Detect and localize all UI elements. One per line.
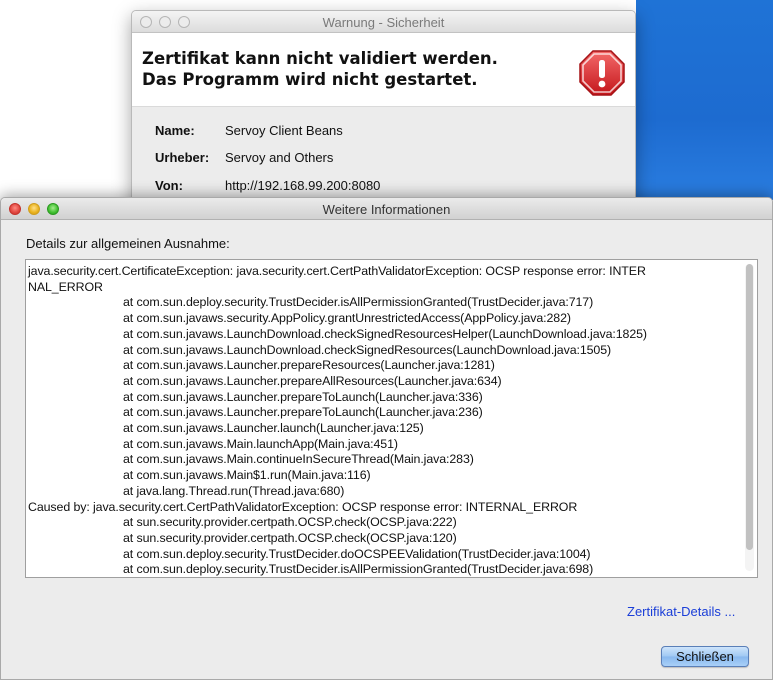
desktop-wallpaper: [636, 0, 773, 200]
details-label: Details zur allgemeinen Ausnahme:: [26, 236, 230, 251]
field-value: http://192.168.99.200:8080: [225, 178, 381, 193]
stacktrace-line: at com.sun.javaws.Launcher.prepareToLaun…: [123, 405, 483, 420]
field-label: Von:: [155, 178, 183, 193]
stacktrace-line: at com.sun.javaws.Launcher.launch(Launch…: [123, 421, 424, 436]
stacktrace-line: Caused by: java.security.cert.CertPathVa…: [28, 499, 578, 514]
stacktrace-line: at com.sun.javaws.Launcher.prepareResour…: [123, 358, 495, 373]
window-title: Weitere Informationen: [322, 202, 451, 217]
stacktrace-line: at com.sun.javaws.LaunchDownload.checkSi…: [123, 326, 647, 341]
close-button[interactable]: Schließen: [661, 646, 749, 667]
details-scroll-thumb[interactable]: [746, 264, 753, 550]
stacktrace-line: at com.sun.javaws.Main$1.run(Main.java:1…: [123, 468, 371, 483]
stacktrace-line: at sun.security.provider.certpath.OCSP.c…: [123, 515, 457, 530]
stacktrace-line: java.security.cert.CertificateException:…: [28, 264, 646, 278]
stacktrace-line: NAL_ERROR: [28, 279, 103, 294]
details-scrollbar[interactable]: [745, 264, 754, 571]
warning-header: Zertifikat kann nicht validiert werden. …: [132, 33, 635, 107]
stacktrace-line: at sun.security.provider.certpath.OCSP.c…: [123, 530, 457, 545]
warning-stop-icon: [579, 50, 625, 96]
stacktrace-line: at com.sun.deploy.security.TrustDecider.…: [123, 562, 594, 577]
window-title: Warnung - Sicherheit: [322, 15, 445, 30]
field-value: Servoy Client Beans: [225, 123, 343, 138]
field-label: Urheber:: [155, 150, 210, 165]
certificate-details-link[interactable]: Zertifikat-Details ...: [627, 604, 735, 619]
stacktrace-line: at com.sun.deploy.security.TrustDecider.…: [123, 546, 591, 561]
stacktrace-line: at com.sun.javaws.security.AppPolicy.gra…: [123, 311, 571, 326]
field-value: Servoy and Others: [225, 150, 334, 165]
stacktrace-line: at com.sun.javaws.Launcher.prepareToLaun…: [123, 389, 483, 404]
stacktrace-line: at com.sun.javaws.Main.continueInSecureT…: [123, 452, 474, 467]
stacktrace-line: at java.lang.Thread.run(Thread.java:680): [123, 483, 345, 498]
security-warning-titlebar[interactable]: Warnung - Sicherheit: [132, 11, 635, 33]
warning-message-line2: Das Programm wird nicht gestartet.: [142, 70, 478, 89]
field-label: Name:: [155, 123, 195, 138]
security-warning-window: Warnung - Sicherheit Zertifikat kann nic…: [131, 10, 636, 210]
more-info-titlebar[interactable]: Weitere Informationen: [1, 198, 772, 220]
stacktrace-line: at com.sun.javaws.LaunchDownload.checkSi…: [123, 342, 612, 357]
stacktrace-line: at com.sun.deploy.security.TrustDecider.…: [123, 295, 594, 310]
stacktrace-line: at com.sun.javaws.Launcher.prepareAllRes…: [123, 373, 502, 388]
warning-message: Zertifikat kann nicht validiert werden. …: [142, 48, 498, 90]
exception-details-textarea[interactable]: java.security.cert.CertificateException:…: [25, 259, 758, 578]
stacktrace-line: at com.sun.javaws.Main.launchApp(Main.ja…: [123, 436, 398, 451]
warning-message-line1: Zertifikat kann nicht validiert werden.: [142, 49, 498, 68]
exception-stacktrace: java.security.cert.CertificateException:…: [28, 264, 740, 577]
more-info-window: Weitere Informationen Details zur allgem…: [0, 197, 773, 680]
